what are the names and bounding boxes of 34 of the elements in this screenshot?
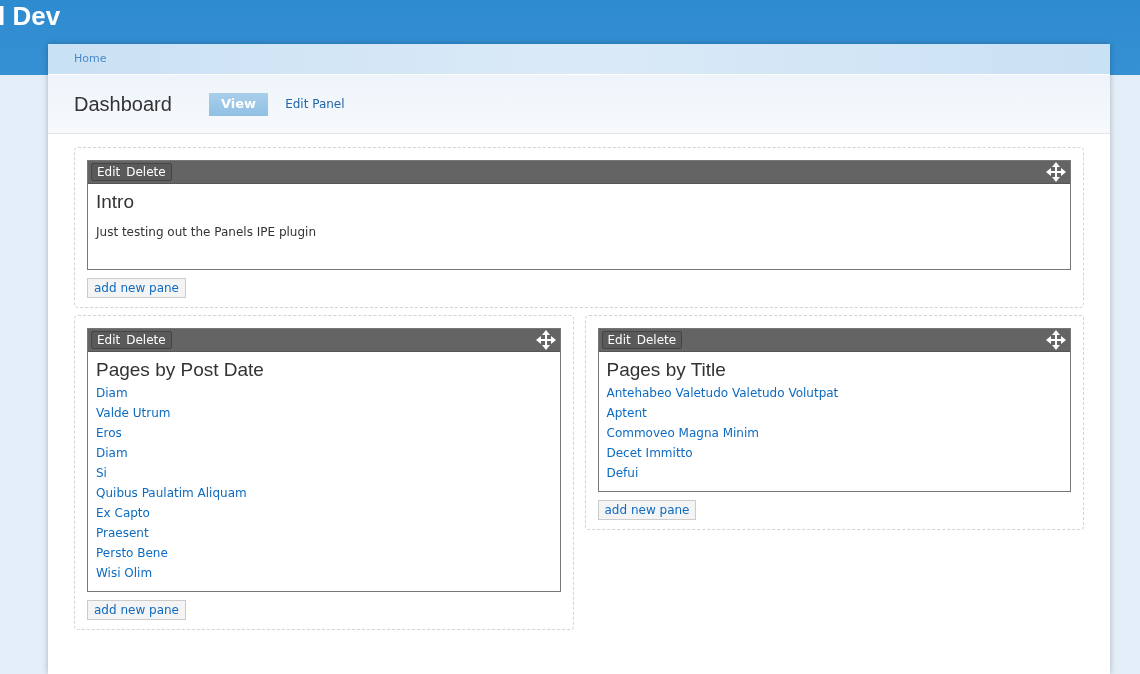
pane-title: Intro [96,190,136,214]
pane-action-button[interactable]: Edit [94,164,124,180]
page-link[interactable]: Commoveo Magna Minim [606,423,759,443]
page-link[interactable]: Praesent [96,523,149,543]
page-link[interactable]: Persto Bene [96,543,168,563]
page-title: Dashboard [74,92,173,117]
page-link[interactable]: Valde Utrum [96,403,171,423]
site-title: l Dev [0,0,61,32]
add-pane-button[interactable]: add new pane [597,500,697,520]
move-icon[interactable] [1046,330,1066,350]
page-link[interactable]: Decet Immitto [606,443,693,463]
page-link[interactable]: Diam [96,383,128,403]
pane-action-button[interactable]: Edit [604,332,634,348]
page-link[interactable]: Wisi Olim [96,563,153,583]
tab[interactable]: Edit Panel [277,92,353,116]
pane-action-button[interactable]: Delete [633,332,680,348]
page-link[interactable]: Diam [96,443,128,463]
page-link[interactable]: Aptent [606,403,647,423]
page-link[interactable]: Si [96,463,107,483]
page-link[interactable]: Eros [96,423,122,443]
pane-action-button[interactable]: Delete [123,164,169,180]
add-pane-button[interactable]: add new pane [87,600,186,620]
page-link[interactable]: Quibus Paulatim Aliquam [96,483,247,503]
page-link[interactable]: Antehabeo Valetudo Valetudo Volutpat [606,383,839,403]
move-icon[interactable] [1046,162,1066,182]
page-link[interactable]: Ex Capto [96,503,150,523]
move-icon[interactable] [535,330,556,350]
page-link[interactable]: Defui [606,463,639,483]
pane-action-button[interactable]: Edit [94,332,124,348]
add-pane-button[interactable]: add new pane [87,278,186,298]
pane-title: Pages by Title [606,358,727,382]
pane-title: Pages by Post Date [96,358,265,382]
pane-text: Just testing out the Panels IPE plugin [96,224,318,241]
pane-action-button[interactable]: Delete [123,332,169,348]
